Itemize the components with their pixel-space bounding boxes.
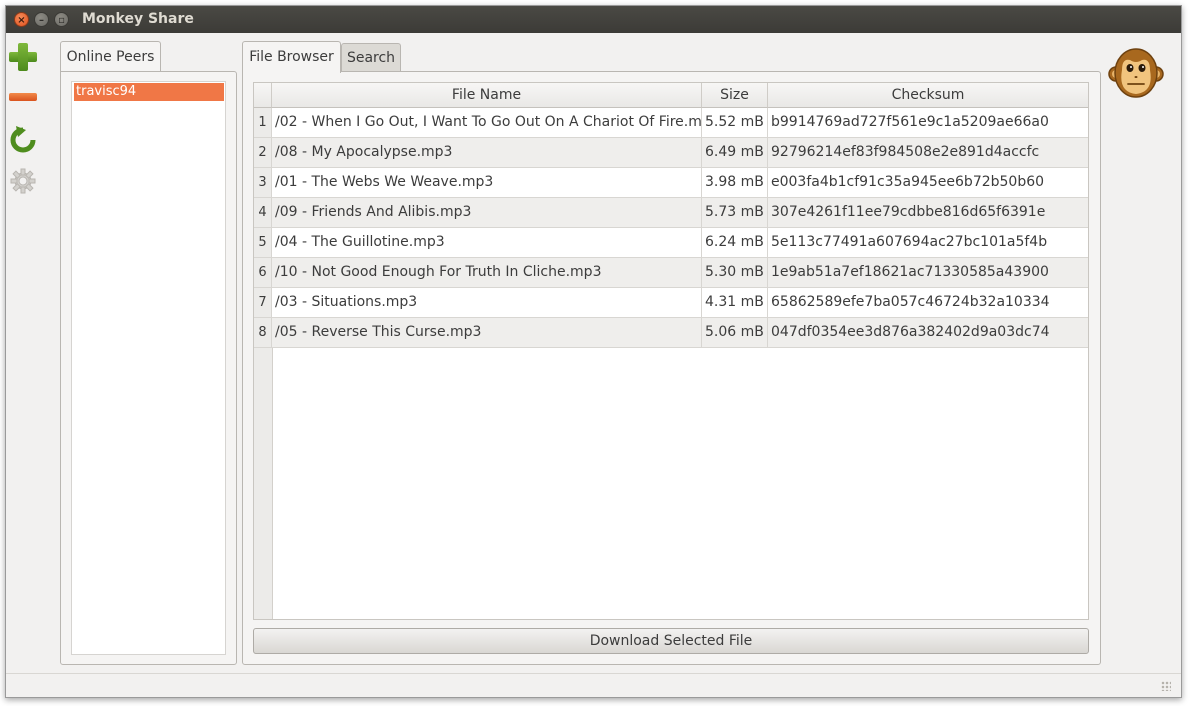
row-number: 1 [254,108,272,137]
checksum-cell[interactable]: 5e113c77491a607694ac27bc101a5f4b [768,228,1088,257]
row-number: 6 [254,258,272,287]
file-name-cell[interactable]: /10 - Not Good Enough For Truth In Clich… [272,258,702,287]
checksum-cell[interactable]: 307e4261f11ee79cdbbe816d65f6391e [768,198,1088,227]
file-table[interactable]: File Name Size Checksum 1 /02 - When I G… [253,82,1089,620]
plus-icon [9,43,37,71]
title-bar: × – ▫ Monkey Share [6,6,1181,33]
file-name-cell[interactable]: /08 - My Apocalypse.mp3 [272,138,702,167]
header-file-name[interactable]: File Name [272,83,702,108]
tab-search[interactable]: Search [341,43,401,73]
tab-online-peers[interactable]: Online Peers [60,41,161,73]
file-name-cell[interactable]: /05 - Reverse This Curse.mp3 [272,318,702,347]
file-name-cell[interactable]: /09 - Friends And Alibis.mp3 [272,198,702,227]
close-window-button[interactable]: × [14,12,29,27]
row-number: 3 [254,168,272,197]
corner-header[interactable] [254,83,272,108]
table-row[interactable]: 4 /09 - Friends And Alibis.mp3 5.73 mB 3… [254,198,1088,228]
maximize-window-button[interactable]: ▫ [54,12,69,27]
table-row[interactable]: 5 /04 - The Guillotine.mp3 6.24 mB 5e113… [254,228,1088,258]
checksum-cell[interactable]: e003fa4b1cf91c35a945ee6b72b50b60 [768,168,1088,197]
size-cell[interactable]: 4.31 mB [702,288,768,317]
refresh-button[interactable] [6,123,40,157]
minimize-window-button[interactable]: – [34,12,49,27]
download-selected-button[interactable]: Download Selected File [253,628,1089,654]
minus-icon [9,93,37,101]
header-checksum[interactable]: Checksum [768,83,1088,108]
size-cell[interactable]: 5.73 mB [702,198,768,227]
resize-grip-icon[interactable] [1161,681,1171,691]
table-row[interactable]: 7 /03 - Situations.mp3 4.31 mB 65862589e… [254,288,1088,318]
window-title: Monkey Share [82,11,194,27]
checksum-cell[interactable]: 1e9ab51a7ef18621ac71330585a43900 [768,258,1088,287]
size-cell[interactable]: 3.98 mB [702,168,768,197]
table-row[interactable]: 2 /08 - My Apocalypse.mp3 6.49 mB 927962… [254,138,1088,168]
checksum-cell[interactable]: b9914769ad727f561e9c1a5209ae66a0 [768,108,1088,137]
gear-icon [10,168,36,194]
size-cell[interactable]: 5.06 mB [702,318,768,347]
settings-button[interactable] [6,164,40,198]
add-peer-button[interactable] [6,40,40,74]
row-number: 2 [254,138,272,167]
monkey-logo-icon [1108,48,1164,98]
remove-peer-button[interactable] [6,80,40,114]
table-row[interactable]: 3 /01 - The Webs We Weave.mp3 3.98 mB e0… [254,168,1088,198]
size-cell[interactable]: 6.24 mB [702,228,768,257]
size-cell[interactable]: 5.52 mB [702,108,768,137]
tab-file-browser[interactable]: File Browser [242,41,341,73]
row-number: 8 [254,318,272,347]
file-name-cell[interactable]: /04 - The Guillotine.mp3 [272,228,702,257]
checksum-cell[interactable]: 047df0354ee3d876a382402d9a03dc74 [768,318,1088,347]
checksum-cell[interactable]: 92796214ef83f984508e2e891d4accfc [768,138,1088,167]
table-row[interactable]: 8 /05 - Reverse This Curse.mp3 5.06 mB 0… [254,318,1088,348]
peers-pane: travisc94 [60,71,237,665]
file-name-cell[interactable]: /01 - The Webs We Weave.mp3 [272,168,702,197]
refresh-icon [10,126,36,153]
file-name-cell[interactable]: /03 - Situations.mp3 [272,288,702,317]
size-cell[interactable]: 6.49 mB [702,138,768,167]
file-name-cell[interactable]: /02 - When I Go Out, I Want To Go Out On… [272,108,702,137]
row-number: 7 [254,288,272,317]
table-row[interactable]: 6 /10 - Not Good Enough For Truth In Cli… [254,258,1088,288]
peer-item[interactable]: travisc94 [74,83,224,101]
row-number: 5 [254,228,272,257]
checksum-cell[interactable]: 65862589efe7ba057c46724b32a10334 [768,288,1088,317]
size-cell[interactable]: 5.30 mB [702,258,768,287]
status-bar [6,673,1181,697]
table-row[interactable]: 1 /02 - When I Go Out, I Want To Go Out … [254,108,1088,138]
header-size[interactable]: Size [702,83,768,108]
peers-list[interactable]: travisc94 [71,81,226,655]
row-number: 4 [254,198,272,227]
